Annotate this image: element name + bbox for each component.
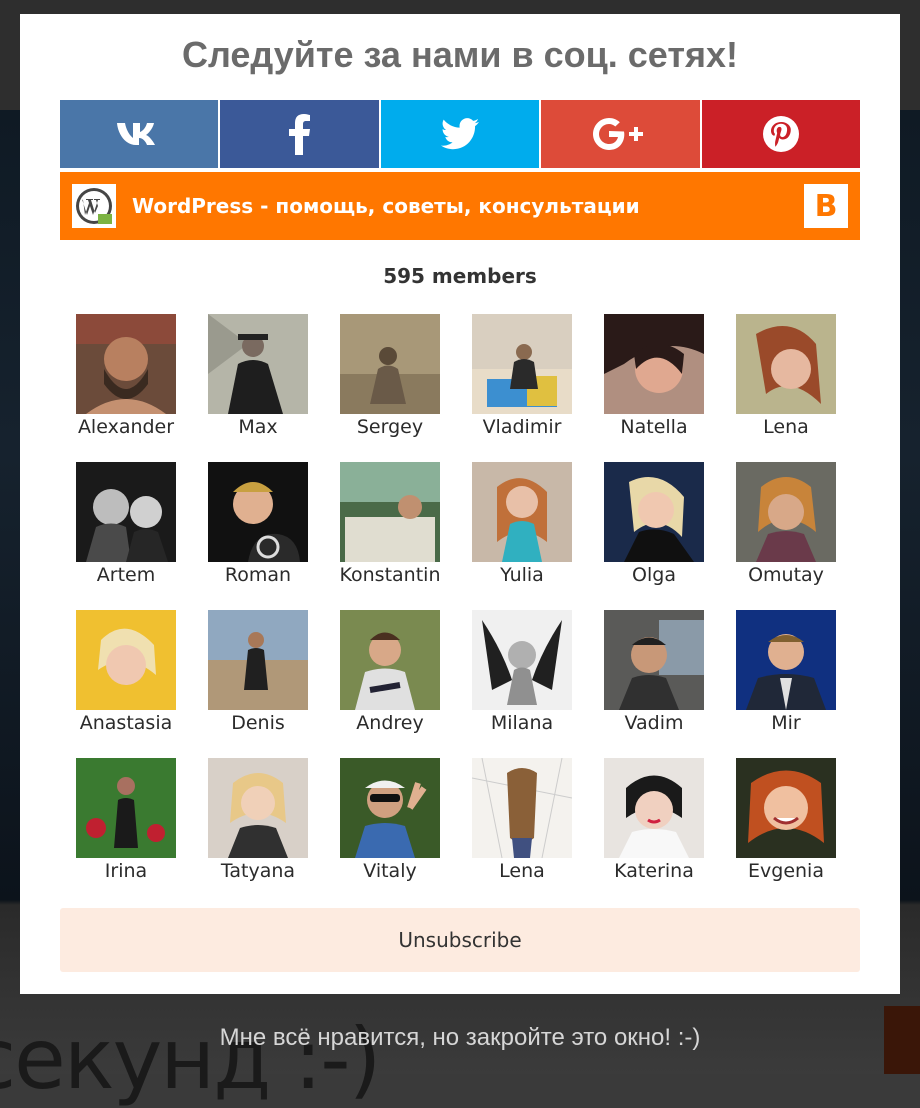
member-item[interactable]: Yulia xyxy=(472,462,572,586)
member-name: Natella xyxy=(620,416,688,438)
member-name: Olga xyxy=(632,564,676,586)
member-name: Konstantin xyxy=(339,564,441,586)
avatar xyxy=(736,314,836,414)
member-name: Vitaly xyxy=(363,860,417,882)
member-item[interactable]: Sergey xyxy=(340,314,440,438)
avatar xyxy=(472,314,572,414)
member-item[interactable]: Katerina xyxy=(604,758,704,882)
close-popup-link[interactable]: Мне всё нравится, но закройте это окно! … xyxy=(0,1024,920,1052)
twitter-button[interactable] xyxy=(380,100,540,168)
member-name: Irina xyxy=(104,860,148,882)
member-name: Vadim xyxy=(624,712,684,734)
avatar xyxy=(736,758,836,858)
avatar xyxy=(76,610,176,710)
avatar xyxy=(340,462,440,562)
member-name: Alexander xyxy=(77,416,175,438)
member-name: Lena xyxy=(499,860,545,882)
member-item[interactable]: Lena xyxy=(472,758,572,882)
pinterest-button[interactable] xyxy=(701,100,861,168)
avatar xyxy=(604,610,704,710)
member-item[interactable]: Lena xyxy=(736,314,836,438)
member-name: Lena xyxy=(763,416,809,438)
member-name: Denis xyxy=(231,712,285,734)
member-name: Artem xyxy=(96,564,156,586)
member-item[interactable]: Omutay xyxy=(736,462,836,586)
member-name: Sergey xyxy=(356,416,424,438)
vk-button[interactable] xyxy=(60,100,219,168)
member-item[interactable]: Andrey xyxy=(340,610,440,734)
member-item[interactable]: Anastasia xyxy=(76,610,176,734)
member-item[interactable]: Mir xyxy=(736,610,836,734)
avatar xyxy=(340,314,440,414)
member-item[interactable]: Vadim xyxy=(604,610,704,734)
avatar xyxy=(604,462,704,562)
member-name: Evgenia xyxy=(748,860,824,882)
avatar xyxy=(340,758,440,858)
members-count: 595 members xyxy=(383,264,537,288)
avatar xyxy=(736,610,836,710)
vk-group-name: WordPress - помощь, советы, консультации xyxy=(132,194,640,218)
wordpress-logo-icon xyxy=(72,184,116,228)
member-name: Roman xyxy=(224,564,292,586)
avatar xyxy=(340,610,440,710)
subscribe-popup: Следуйте за нами в соц. сетях! WordPress… xyxy=(20,14,900,994)
google-plus-button[interactable] xyxy=(541,100,700,168)
avatar xyxy=(604,758,704,858)
member-name: Milana xyxy=(490,712,554,734)
members-grid: Alexander Max Sergey Vladimir Natella Le… xyxy=(76,314,836,882)
facebook-icon xyxy=(288,114,310,155)
member-item[interactable]: Evgenia xyxy=(736,758,836,882)
member-name: Katerina xyxy=(614,860,694,882)
vk-icon xyxy=(117,123,156,145)
member-name: Vladimir xyxy=(482,416,562,438)
member-item[interactable]: Olga xyxy=(604,462,704,586)
member-item[interactable]: Natella xyxy=(604,314,704,438)
avatar xyxy=(736,462,836,562)
social-buttons xyxy=(60,100,861,168)
member-name: Anastasia xyxy=(79,712,173,734)
avatar xyxy=(472,758,572,858)
vk-join-button[interactable]: В xyxy=(804,184,848,228)
avatar xyxy=(472,462,572,562)
avatar xyxy=(208,610,308,710)
avatar xyxy=(208,462,308,562)
member-name: Andrey xyxy=(356,712,424,734)
popup-title: Следуйте за нами в соц. сетях! xyxy=(182,34,738,75)
unsubscribe-button[interactable]: Unsubscribe xyxy=(60,908,860,972)
twitter-icon xyxy=(441,118,480,150)
vk-group-widget[interactable]: WordPress - помощь, советы, консультации… xyxy=(60,172,860,240)
google-plus-icon xyxy=(593,118,644,150)
pinterest-icon xyxy=(762,116,799,152)
member-item[interactable]: Roman xyxy=(208,462,308,586)
avatar xyxy=(604,314,704,414)
member-item[interactable]: Alexander xyxy=(76,314,176,438)
avatar xyxy=(76,314,176,414)
member-item[interactable]: Irina xyxy=(76,758,176,882)
member-item[interactable]: Vitaly xyxy=(340,758,440,882)
avatar xyxy=(208,758,308,858)
avatar xyxy=(76,758,176,858)
member-item[interactable]: Konstantin xyxy=(340,462,440,586)
member-name: Max xyxy=(238,416,278,438)
member-item[interactable]: Max xyxy=(208,314,308,438)
member-item[interactable]: Vladimir xyxy=(472,314,572,438)
avatar xyxy=(472,610,572,710)
member-item[interactable]: Tatyana xyxy=(208,758,308,882)
member-name: Tatyana xyxy=(220,860,296,882)
member-item[interactable]: Milana xyxy=(472,610,572,734)
avatar xyxy=(76,462,176,562)
member-item[interactable]: Artem xyxy=(76,462,176,586)
avatar xyxy=(208,314,308,414)
facebook-button[interactable] xyxy=(220,100,379,168)
member-name: Mir xyxy=(771,712,801,734)
member-item[interactable]: Denis xyxy=(208,610,308,734)
member-name: Omutay xyxy=(748,564,824,586)
member-name: Yulia xyxy=(500,564,544,586)
